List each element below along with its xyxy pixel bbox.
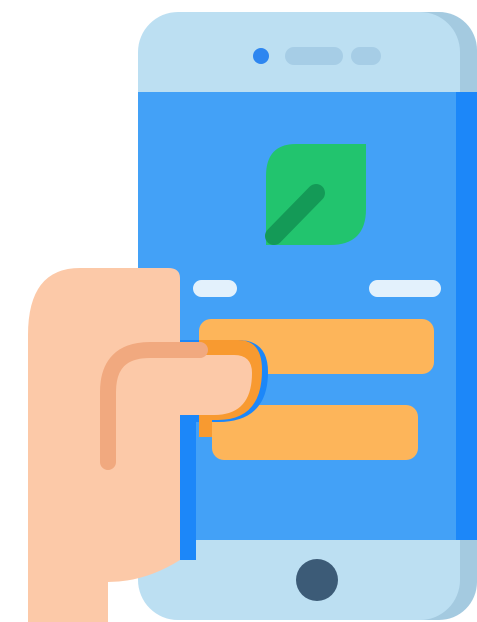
speaker-grille-icon [285, 47, 381, 65]
label-placeholder-right [369, 280, 441, 297]
home-button-icon [296, 559, 338, 601]
illustration-canvas [28, 12, 477, 622]
leaf-icon [265, 144, 366, 245]
phone-illustration [0, 0, 477, 622]
camera-icon [253, 48, 269, 64]
label-placeholder-left [193, 280, 237, 297]
